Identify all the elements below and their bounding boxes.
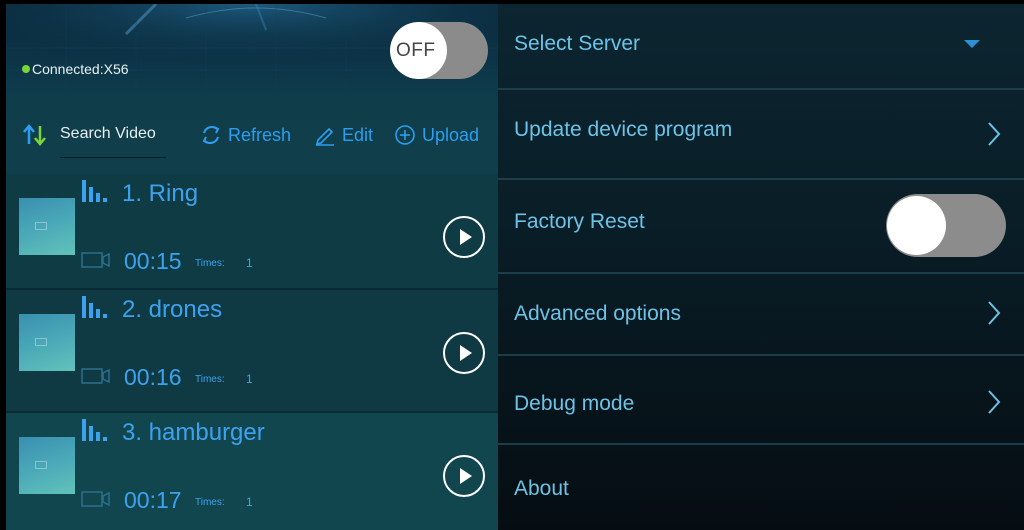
power-toggle-label: OFF [396, 40, 436, 61]
audio-bars-icon [82, 419, 107, 441]
thumbnail-film-icon [35, 461, 47, 469]
thumbnail-film-icon [35, 222, 47, 230]
caret-down-icon [964, 40, 980, 48]
video-panel: Connected:X56 OFF Search Video Refresh E… [6, 4, 498, 530]
upload-button[interactable]: Upload [394, 124, 479, 146]
about-item[interactable]: About [498, 445, 1024, 530]
edit-icon [315, 127, 334, 146]
select-server-label: Select Server [514, 32, 641, 55]
video-list-item[interactable]: 1. Ring 00:15 Times: 1 [6, 174, 498, 296]
select-server-dropdown[interactable]: Select Server [498, 4, 1024, 88]
times-label: Times: [195, 497, 225, 508]
times-value: 1 [246, 256, 253, 270]
debug-mode-label: Debug mode [514, 392, 635, 415]
advanced-options-item[interactable]: Advanced options [498, 274, 1024, 354]
edit-label: Edit [342, 124, 374, 145]
video-duration: 00:16 [124, 364, 182, 390]
upload-label: Upload [422, 124, 480, 145]
connection-status: Connected:X56 [22, 61, 129, 77]
video-thumbnail [19, 198, 75, 255]
debug-mode-item[interactable]: Debug mode [498, 356, 1024, 443]
factory-reset-label: Factory Reset [514, 210, 645, 233]
chevron-right-icon [988, 301, 1001, 325]
audio-bars-icon [82, 296, 107, 318]
play-button[interactable] [443, 455, 485, 497]
settings-panel: Select Server Update device program Fact… [498, 4, 1024, 530]
video-duration: 00:17 [124, 487, 182, 513]
video-camera-icon [81, 252, 110, 268]
upload-plus-icon [395, 125, 415, 145]
video-title: 1. Ring [122, 180, 199, 207]
video-toolbar: Search Video Refresh Edit Upload [6, 95, 498, 174]
refresh-label: Refresh [228, 124, 292, 145]
thumbnail-film-icon [35, 338, 47, 346]
times-label: Times: [195, 258, 225, 269]
power-toggle[interactable]: OFF [390, 22, 488, 79]
edit-button[interactable]: Edit [314, 124, 373, 146]
about-label: About [514, 477, 569, 500]
video-title: 3. hamburger [122, 419, 265, 446]
advanced-options-label: Advanced options [514, 302, 681, 325]
search-video-field[interactable]: Search Video [60, 125, 156, 143]
update-device-program-label: Update device program [514, 118, 733, 141]
play-button[interactable] [443, 332, 485, 374]
connection-status-text: Connected:X56 [32, 61, 129, 77]
video-camera-icon [81, 491, 110, 507]
connected-dot-icon [22, 65, 30, 73]
audio-bars-icon [82, 180, 107, 202]
video-title: 2. drones [122, 296, 223, 323]
times-label: Times: [195, 374, 225, 385]
factory-reset-toggle-knob [887, 196, 946, 255]
chevron-right-icon [988, 390, 1001, 414]
video-list-item[interactable]: 3. hamburger 00:17 Times: 1 [6, 413, 498, 530]
chevron-right-icon [988, 122, 1001, 146]
search-underline [60, 157, 166, 158]
update-device-program-item[interactable]: Update device program [498, 90, 1024, 178]
video-duration: 00:15 [124, 248, 182, 274]
video-camera-icon [81, 368, 110, 384]
video-list-item[interactable]: 2. drones 00:16 Times: 1 [6, 290, 498, 412]
times-value: 1 [246, 495, 253, 509]
play-button[interactable] [443, 216, 485, 258]
device-header-banner: Connected:X56 OFF [6, 4, 498, 95]
video-thumbnail [19, 314, 75, 371]
sort-icon[interactable] [22, 122, 48, 148]
refresh-icon [202, 126, 220, 144]
factory-reset-toggle[interactable] [886, 194, 1006, 257]
refresh-button[interactable]: Refresh [200, 124, 291, 146]
video-thumbnail [19, 437, 75, 494]
times-value: 1 [246, 372, 253, 386]
